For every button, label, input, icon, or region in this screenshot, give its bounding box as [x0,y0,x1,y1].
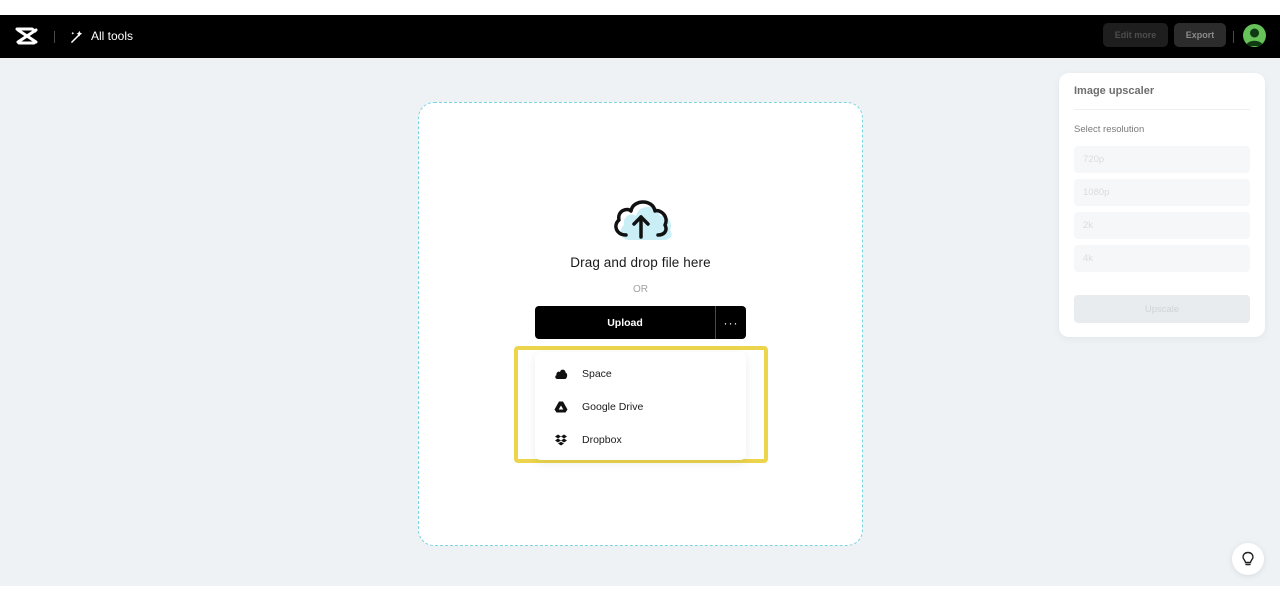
upscale-button[interactable]: Upscale [1074,295,1250,323]
upload-dropzone[interactable]: Drag and drop file here OR Upload ··· Sp… [418,102,863,546]
more-options-button[interactable]: ··· [715,306,746,339]
menu-item-space[interactable]: Space [535,359,746,389]
edit-more-button[interactable]: Edit more [1103,23,1168,47]
user-icon [1246,28,1263,46]
divider [1233,31,1234,43]
export-button[interactable]: Export [1174,23,1226,47]
menu-item-dropbox[interactable]: Dropbox [535,425,746,455]
capcut-logo-icon[interactable] [15,25,39,47]
magic-wand-icon [71,30,83,43]
upload-source-menu: Space Google Drive Dropbox [535,352,746,460]
select-resolution-label: Select resolution [1074,124,1145,135]
menu-item-label: Dropbox [582,434,622,446]
all-tools-label: All tools [91,29,134,43]
page: All tools Edit more Export Drag and drop… [0,0,1280,601]
resolution-option-2k[interactable]: 2k [1074,212,1250,239]
lightbulb-icon [1242,551,1254,566]
dropbox-icon [555,434,567,446]
workspace: Drag and drop file here OR Upload ··· Sp… [0,58,1280,586]
image-upscaler-panel: Image upscaler Select resolution 720p 10… [1059,73,1265,337]
avatar[interactable] [1243,24,1266,47]
drag-drop-text: Drag and drop file here [570,255,711,270]
resolution-option-720p[interactable]: 720p [1074,146,1250,173]
top-bar: All tools Edit more Export [0,15,1280,58]
upload-button-group: Upload ··· [535,306,746,339]
panel-divider [1074,109,1250,110]
menu-item-google-drive[interactable]: Google Drive [535,392,746,422]
menu-item-label: Google Drive [582,401,644,413]
resolution-option-4k[interactable]: 4k [1074,245,1250,272]
upload-button[interactable]: Upload [535,306,715,339]
cloud-icon [555,369,568,379]
help-button[interactable] [1232,543,1264,575]
google-drive-icon [554,401,568,413]
or-separator: OR [633,284,648,295]
resolution-option-1080p[interactable]: 1080p [1074,179,1250,206]
panel-title: Image upscaler [1074,85,1155,97]
divider [54,31,55,43]
all-tools-button[interactable]: All tools [70,26,133,46]
menu-item-label: Space [582,368,612,380]
cloud-upload-icon [614,200,672,240]
